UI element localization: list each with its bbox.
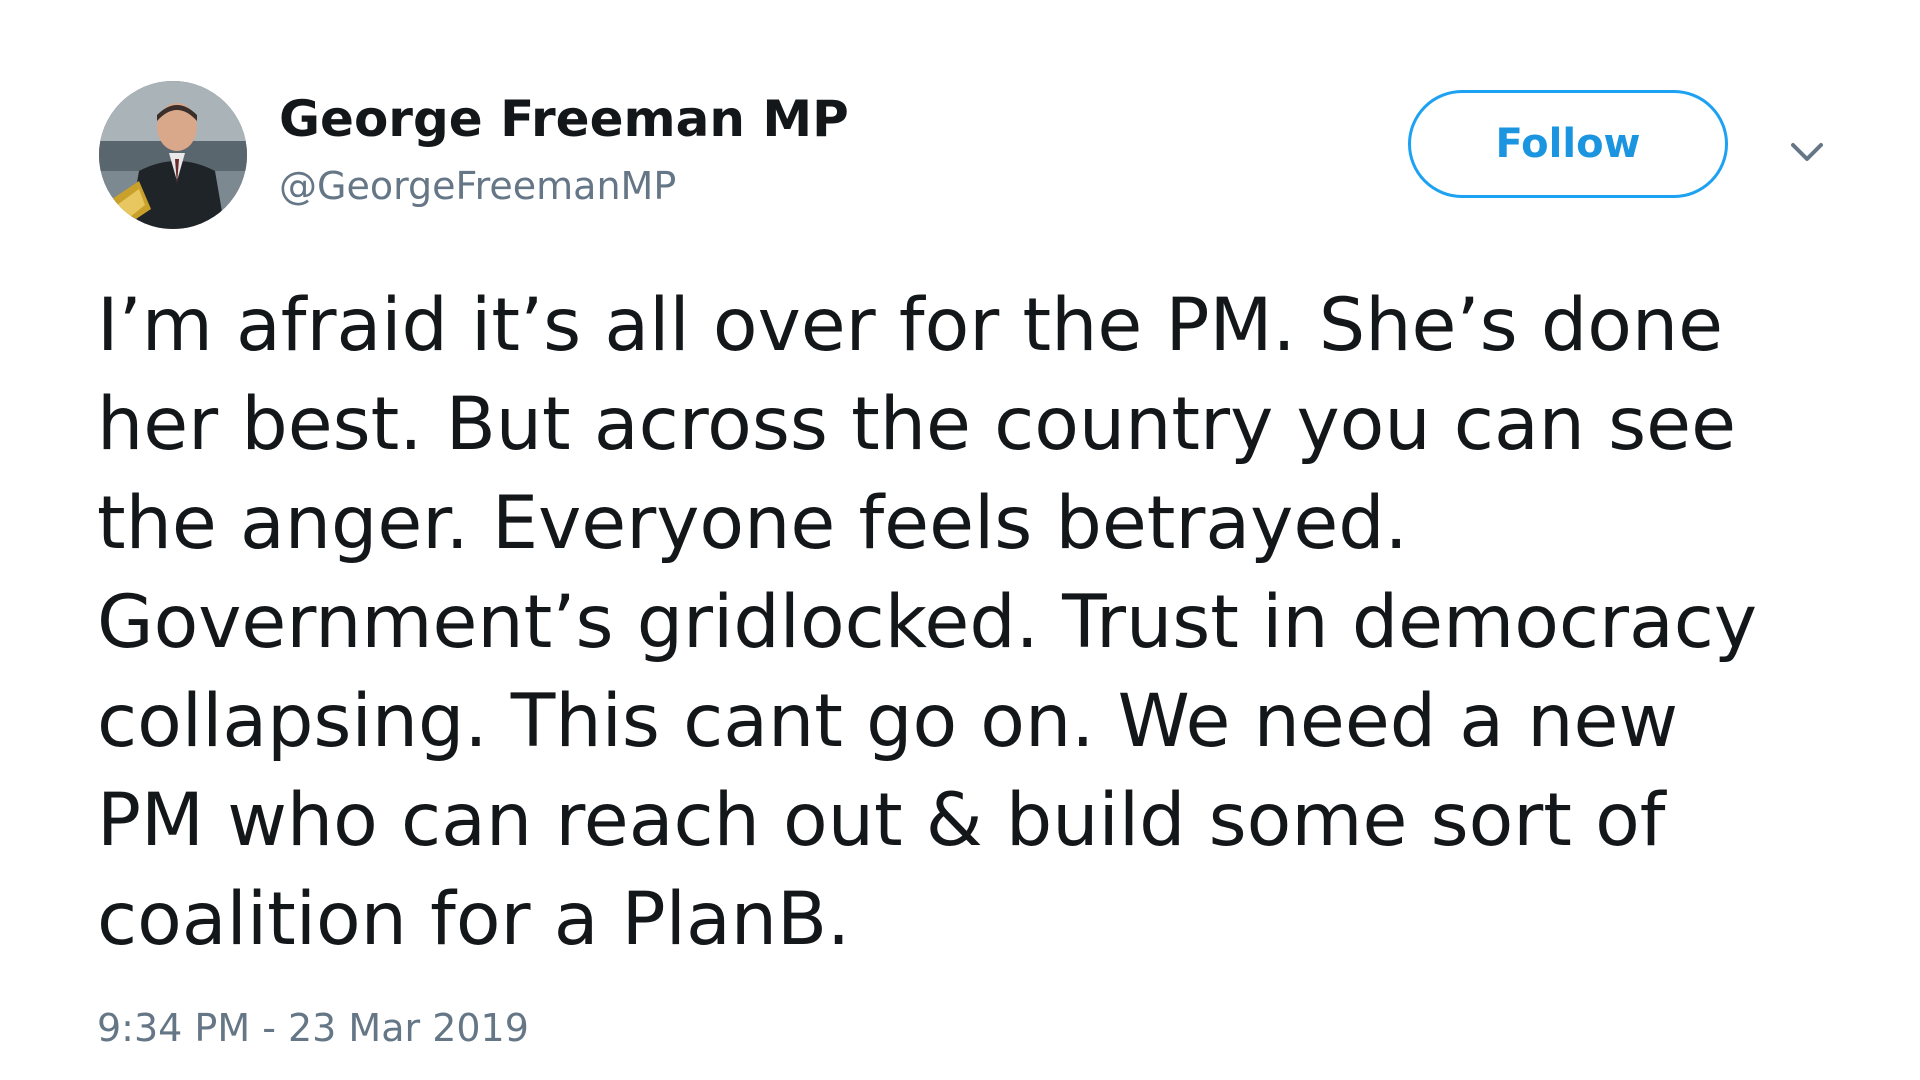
user-handle[interactable]: @GeorgeFreemanMP xyxy=(279,163,676,209)
tweet-text-line: PM who can reach out & build some sort o… xyxy=(97,778,1666,863)
tweet-text-line: the anger. Everyone feels betrayed. xyxy=(97,481,1408,566)
avatar[interactable] xyxy=(99,81,247,229)
profile-photo-icon xyxy=(99,81,247,229)
tweet-text: I’m afraid it’s all over for the PM. She… xyxy=(97,276,1847,969)
tweet-text-line: her best. But across the country you can… xyxy=(97,382,1737,467)
tweet-text-line: Government’s gridlocked. Trust in democr… xyxy=(97,580,1758,665)
tweet-text-line: coalition for a PlanB. xyxy=(97,877,851,962)
follow-button[interactable]: Follow xyxy=(1408,90,1728,198)
tweet-timestamp[interactable]: 9:34 PM - 23 Mar 2019 xyxy=(97,1005,529,1051)
tweet-text-line: I’m afraid it’s all over for the PM. She… xyxy=(97,283,1724,368)
display-name[interactable]: George Freeman MP xyxy=(279,90,849,148)
tweet-card: George Freeman MP @GeorgeFreemanMP Follo… xyxy=(0,0,1920,1080)
tweet-text-line: collapsing. This cant go on. We need a n… xyxy=(97,679,1679,764)
chevron-down-icon[interactable] xyxy=(1785,130,1829,174)
